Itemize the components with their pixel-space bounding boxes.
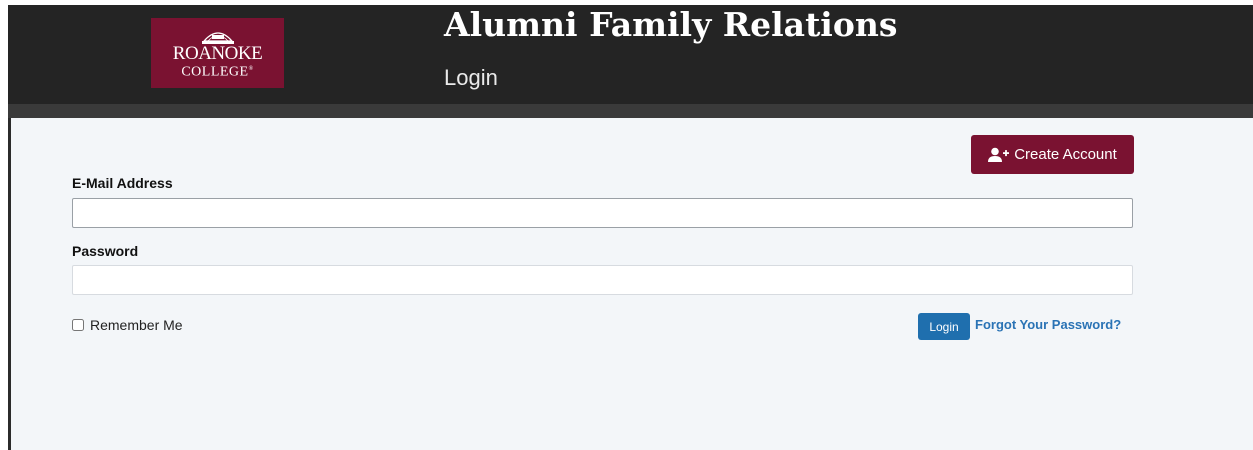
create-account-button[interactable]: Create Account <box>971 135 1134 174</box>
email-field[interactable] <box>72 198 1133 228</box>
remember-me-row: Remember Me <box>72 316 183 334</box>
site-title: Alumni Family Relations <box>444 5 898 44</box>
logo-college-text: COLLEGE® <box>181 64 254 80</box>
header-divider <box>8 104 1253 118</box>
logo-roanoke-text: ROANOKE <box>172 43 263 64</box>
user-plus-icon <box>988 147 1010 162</box>
roanoke-college-logo[interactable]: ROANOKE COLLEGE® <box>151 18 284 88</box>
create-account-label: Create Account <box>1014 146 1117 163</box>
forgot-password-link[interactable]: Forgot Your Password? <box>975 317 1121 333</box>
page-subtitle: Login <box>444 65 498 90</box>
login-button[interactable]: Login <box>918 313 970 340</box>
password-field[interactable] <box>72 265 1133 295</box>
email-label: E-Mail Address <box>72 175 173 191</box>
college-seal-icon <box>201 32 234 44</box>
password-label: Password <box>72 243 139 259</box>
remember-me-label: Remember Me <box>90 317 183 333</box>
remember-me-checkbox[interactable] <box>72 319 84 331</box>
